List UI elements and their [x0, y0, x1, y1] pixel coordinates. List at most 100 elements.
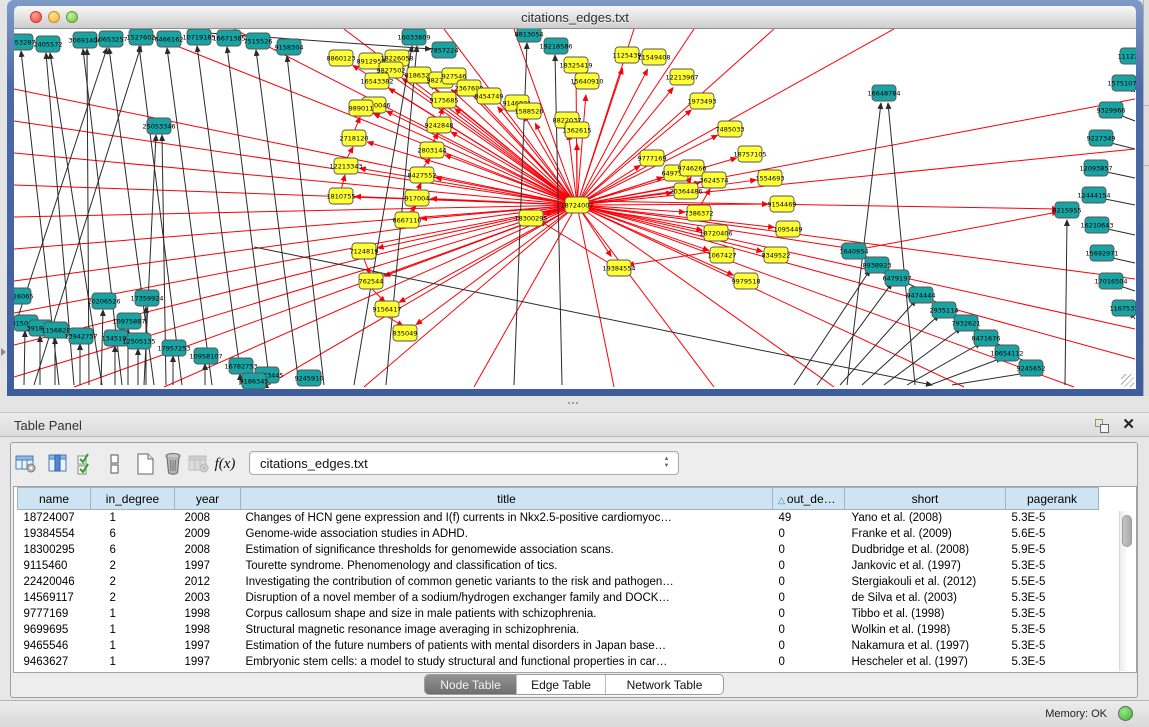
graph-node[interactable]: 8860123	[327, 50, 356, 66]
column-header-name[interactable]: name	[18, 488, 91, 510]
graph-node[interactable]: 18325419	[559, 57, 592, 73]
cell-in-degree[interactable]: 1	[91, 510, 175, 527]
graph-node[interactable]: 20364486	[669, 183, 702, 199]
graph-node[interactable]: 10958107	[189, 348, 222, 364]
graph-edge[interactable]	[227, 47, 270, 385]
graph-edge[interactable]	[167, 48, 212, 385]
graph-node[interactable]: 15640910	[570, 73, 603, 89]
graph-node[interactable]: 1527602	[127, 29, 156, 45]
graph-node[interactable]: 9474444	[907, 287, 936, 303]
cell-name[interactable]: 9115460	[18, 558, 91, 574]
table-row[interactable]: 946362711997Embryonic stem cells: a mode…	[18, 654, 1099, 670]
graph-edge[interactable]	[888, 103, 915, 385]
graph-node[interactable]: 6466162	[155, 31, 184, 47]
table-row[interactable]: 969969511998Structural magnetic resonanc…	[18, 622, 1099, 638]
cell-pagerank[interactable]: 5.3E-5	[1006, 590, 1099, 606]
graph-node[interactable]: 9156417	[373, 301, 402, 317]
graph-edge[interactable]	[577, 205, 762, 252]
cell-in-degree[interactable]: 2	[91, 590, 175, 606]
graph-node[interactable]: 16210643	[1080, 217, 1113, 233]
graph-node[interactable]: 7932621	[952, 315, 981, 331]
cell-year[interactable]: 2008	[175, 510, 241, 527]
function-builder-button[interactable]: f(x)	[213, 451, 237, 477]
graph-node[interactable]: 9242848	[425, 117, 454, 133]
graph-edge[interactable]	[374, 114, 577, 205]
cell-out-degree[interactable]: 0	[773, 622, 845, 638]
network-window-titlebar[interactable]: citations_edges.txt	[14, 6, 1136, 29]
table-row[interactable]: 977716911998Corpus callosum shape and si…	[18, 606, 1099, 622]
cell-title[interactable]: Disruption of a novel member of a sodium…	[241, 590, 773, 606]
graph-node[interactable]: 1095449	[774, 221, 803, 237]
graph-edge[interactable]	[1065, 220, 1067, 385]
cell-out-degree[interactable]: 0	[773, 558, 845, 574]
cell-year[interactable]: 1998	[175, 606, 241, 622]
graph-node[interactable]: 18724007	[560, 197, 593, 213]
cell-pagerank[interactable]: 5.3E-5	[1006, 638, 1099, 654]
table-settings-button[interactable]	[14, 451, 38, 477]
graph-node[interactable]: 8813054	[515, 29, 544, 42]
horizontal-splitter-grip[interactable]	[566, 399, 580, 407]
graph-edge[interactable]	[861, 212, 1058, 249]
cell-out-degree[interactable]: 49	[773, 510, 845, 527]
graph-node[interactable]: 1973493	[688, 93, 717, 109]
graph-node[interactable]: 18720406	[699, 225, 732, 241]
cell-pagerank[interactable]: 5.3E-5	[1006, 606, 1099, 622]
graph-edge[interactable]	[840, 300, 916, 385]
graph-edge[interactable]	[264, 205, 577, 387]
graph-edge[interactable]	[254, 247, 932, 385]
graph-edge[interactable]	[577, 88, 673, 205]
graph-node[interactable]: 2405572	[34, 36, 63, 52]
graph-edge[interactable]	[952, 373, 1026, 385]
cell-title[interactable]: Investigating the contribution of common…	[241, 574, 773, 590]
graph-node[interactable]: 917004	[405, 190, 430, 206]
graph-edge[interactable]	[101, 310, 103, 385]
graph-edge[interactable]	[862, 315, 939, 385]
cell-name[interactable]: 9465546	[18, 638, 91, 654]
graph-node[interactable]: 12213967	[665, 69, 698, 85]
show-column-button[interactable]	[46, 451, 70, 477]
close-panel-icon[interactable]: ✕	[1122, 416, 1135, 434]
graph-node[interactable]: 9245652	[1017, 360, 1046, 376]
column-header-title[interactable]: title	[241, 488, 773, 510]
column-header-pagerank[interactable]: pagerank	[1006, 488, 1099, 510]
cell-name[interactable]: 14569117	[18, 590, 91, 606]
graph-node[interactable]: 7857224	[430, 42, 459, 58]
cell-short[interactable]: Jankovic et al. (1997)	[845, 558, 1006, 574]
cell-out-degree[interactable]: 0	[773, 590, 845, 606]
network-view-window[interactable]: citations_edges.txt 10532872405572306914…	[7, 0, 1143, 396]
graph-node[interactable]: 9186345	[240, 373, 269, 389]
cell-name[interactable]: 9463627	[18, 654, 91, 670]
graph-node[interactable]: 16648784	[867, 85, 900, 101]
graph-node[interactable]: 10654112	[990, 345, 1023, 361]
cell-short[interactable]: Tibbo et al. (1998)	[845, 606, 1006, 622]
cell-pagerank[interactable]: 5.3E-5	[1006, 622, 1099, 638]
cell-pagerank[interactable]: 5.5E-5	[1006, 574, 1099, 590]
table-row[interactable]: 2242004622012Investigating the contribut…	[18, 574, 1099, 590]
cell-title[interactable]: Structural magnetic resonance image aver…	[241, 622, 773, 638]
graph-node[interactable]: 9329966	[1097, 102, 1126, 118]
cell-out-degree[interactable]: 0	[773, 526, 845, 542]
graph-node[interactable]: 1554693	[756, 170, 785, 186]
cell-title[interactable]: Changes of HCN gene expression and I(f) …	[241, 510, 773, 527]
graph-edge[interactable]	[907, 343, 981, 385]
cell-in-degree[interactable]: 6	[91, 526, 175, 542]
graph-node[interactable]: 9158304	[275, 39, 304, 55]
column-header-short[interactable]: short	[845, 488, 1006, 510]
graph-node[interactable]: 8667110	[393, 212, 422, 228]
cell-title[interactable]: Estimation of the future numbers of pati…	[241, 638, 773, 654]
cell-pagerank[interactable]: 5.3E-5	[1006, 510, 1099, 527]
graph-node[interactable]: 7386372	[685, 205, 714, 221]
graph-edge[interactable]	[14, 205, 577, 281]
cell-in-degree[interactable]: 1	[91, 606, 175, 622]
cell-in-degree[interactable]: 2	[91, 558, 175, 574]
cell-name[interactable]: 19384554	[18, 526, 91, 542]
graph-node[interactable]: 17359924	[130, 290, 163, 306]
graph-node[interactable]: 1588520	[515, 103, 544, 119]
graph-node[interactable]: 15751074	[1107, 75, 1136, 91]
graph-node[interactable]: 835049	[393, 325, 418, 341]
cell-year[interactable]: 2009	[175, 526, 241, 542]
graph-node[interactable]: 1112753	[1118, 48, 1136, 64]
cell-year[interactable]: 2008	[175, 542, 241, 558]
table-selector-dropdown[interactable]: citations_edges.txt ▲▼	[249, 451, 679, 475]
graph-node[interactable]: 18757105	[733, 146, 766, 162]
